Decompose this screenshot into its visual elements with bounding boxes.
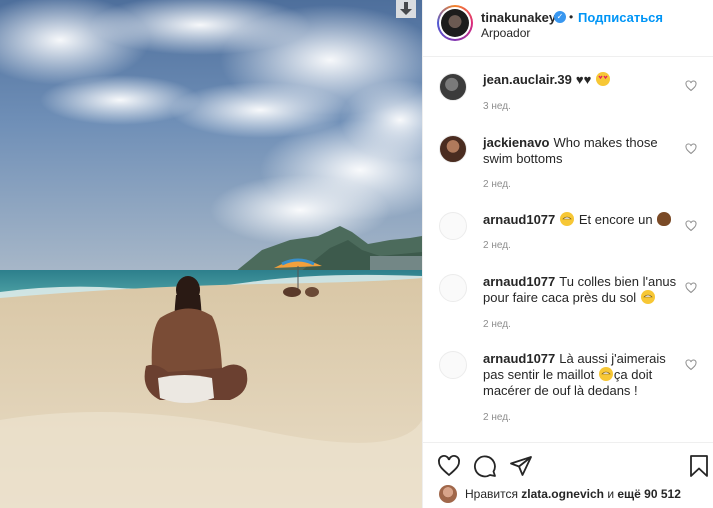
comment-username[interactable]: jean.auclair.39: [483, 72, 572, 87]
comment-time: 2 нед.: [483, 412, 511, 423]
liker-username[interactable]: zlata.ognevich: [521, 487, 604, 501]
avatar[interactable]: [439, 274, 467, 302]
avatar[interactable]: [439, 485, 457, 503]
grin-sweat-emoji-icon: [560, 212, 575, 226]
comment-time: 2 нед.: [483, 319, 511, 330]
heart-icon[interactable]: [437, 454, 461, 478]
separator-dot: •: [569, 10, 574, 24]
post-photo[interactable]: [0, 0, 422, 508]
likes-prefix: Нравится: [465, 487, 518, 501]
grin-sweat-emoji-icon: [598, 367, 613, 381]
post-header: tinakunakey ✓ • Подписаться Arpoador: [423, 0, 713, 57]
likes-count[interactable]: ещё 90 512: [617, 487, 681, 501]
post-username[interactable]: tinakunakey: [481, 10, 556, 25]
story-avatar[interactable]: [437, 5, 473, 41]
comment-username[interactable]: jackienavo: [483, 135, 550, 150]
verified-badge-icon: ✓: [554, 11, 566, 23]
comment-text: ♥♥: [575, 72, 592, 87]
comment-username[interactable]: arnaud1077: [483, 212, 555, 227]
post-side-panel: tinakunakey ✓ • Подписаться Arpoador jea…: [422, 0, 713, 508]
beach-photo-image: [0, 0, 422, 508]
like-comment-heart-icon[interactable]: [685, 282, 697, 294]
comment-time: 3 нед.: [483, 101, 511, 112]
grin-sweat-emoji-icon: [640, 290, 655, 304]
heart-eyes-emoji-icon: [595, 72, 610, 86]
avatar[interactable]: [439, 212, 467, 240]
comment-username[interactable]: arnaud1077: [483, 274, 555, 289]
follow-button[interactable]: Подписаться: [578, 10, 663, 25]
bookmark-icon[interactable]: [687, 454, 711, 478]
comments-list[interactable]: jean.auclair.39 ♥♥ 3 нед. jackienavo Who m…: [423, 57, 713, 442]
post-location[interactable]: Arpoador: [481, 26, 530, 40]
comment-icon[interactable]: [473, 454, 497, 478]
avatar[interactable]: [439, 351, 467, 379]
comment-time: 2 нед.: [483, 179, 511, 190]
likes-summary: Нравится zlata.ognevich и ещё 90 512: [439, 484, 711, 504]
like-comment-heart-icon[interactable]: [685, 80, 697, 92]
likes-and: и: [607, 487, 615, 501]
poop-emoji-icon: [657, 212, 672, 226]
like-comment-heart-icon[interactable]: [685, 359, 697, 371]
like-comment-heart-icon[interactable]: [685, 143, 697, 155]
avatar[interactable]: [439, 135, 467, 163]
avatar[interactable]: [439, 73, 467, 101]
download-icon[interactable]: [396, 0, 416, 18]
comment-time: 2 нед.: [483, 240, 511, 251]
comment-text: Et encore un: [578, 212, 653, 227]
share-icon[interactable]: [509, 454, 533, 478]
comment-username[interactable]: arnaud1077: [483, 351, 555, 366]
like-comment-heart-icon[interactable]: [685, 220, 697, 232]
